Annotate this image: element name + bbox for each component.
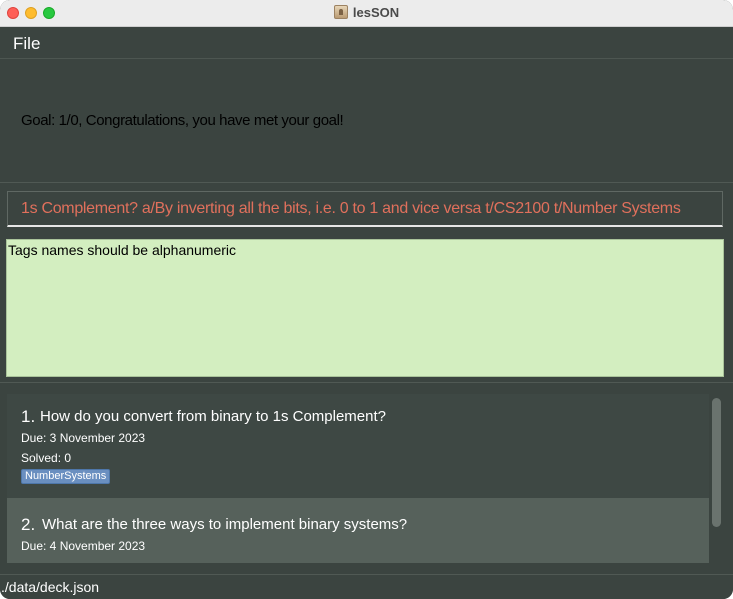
card-due-date: Due: 3 November 2023 xyxy=(21,431,146,445)
command-area xyxy=(0,183,733,235)
window-title: lesSON xyxy=(352,5,400,20)
tag-badge: NumberSystems xyxy=(21,469,111,484)
command-input[interactable] xyxy=(8,192,722,225)
card-due-date: Due: 4 November 2023 xyxy=(21,539,146,553)
flashcard-list[interactable]: 1. How do you convert from binary to 1s … xyxy=(7,394,709,563)
result-area: Tags names should be alphanumeric xyxy=(0,235,733,383)
list-item[interactable]: 2. What are the three ways to implement … xyxy=(7,498,709,563)
list-scrollbar-thumb[interactable] xyxy=(712,398,721,527)
card-number: 1. xyxy=(21,407,36,426)
result-message: Tags names should be alphanumeric xyxy=(8,242,237,258)
list-item[interactable]: 1. How do you convert from binary to 1s … xyxy=(7,394,709,498)
status-bar: ./data/deck.json xyxy=(0,574,733,599)
app-window: lesSON File Goal: 1/0, Congratulations, … xyxy=(0,0,733,599)
goal-panel: Goal: 1/0, Congratulations, you have met… xyxy=(0,60,733,183)
goal-text: Goal: 1/0, Congratulations, you have met… xyxy=(21,112,344,129)
command-box xyxy=(7,191,723,227)
card-question: What are the three ways to implement bin… xyxy=(42,516,408,533)
data-file-path: ./data/deck.json xyxy=(1,579,100,595)
app-icon xyxy=(333,5,348,19)
menu-file[interactable]: File xyxy=(13,34,40,54)
window-title-group: lesSON xyxy=(0,5,733,20)
result-display[interactable]: Tags names should be alphanumeric xyxy=(6,239,724,377)
flashcard-list-panel: 1. How do you convert from binary to 1s … xyxy=(0,384,733,574)
title-bar: lesSON xyxy=(0,0,733,27)
card-solved-count: Solved: 0 xyxy=(21,451,72,465)
menu-bar: File xyxy=(0,28,733,59)
card-question: How do you convert from binary to 1s Com… xyxy=(40,408,386,425)
card-number: 2. xyxy=(21,515,36,534)
